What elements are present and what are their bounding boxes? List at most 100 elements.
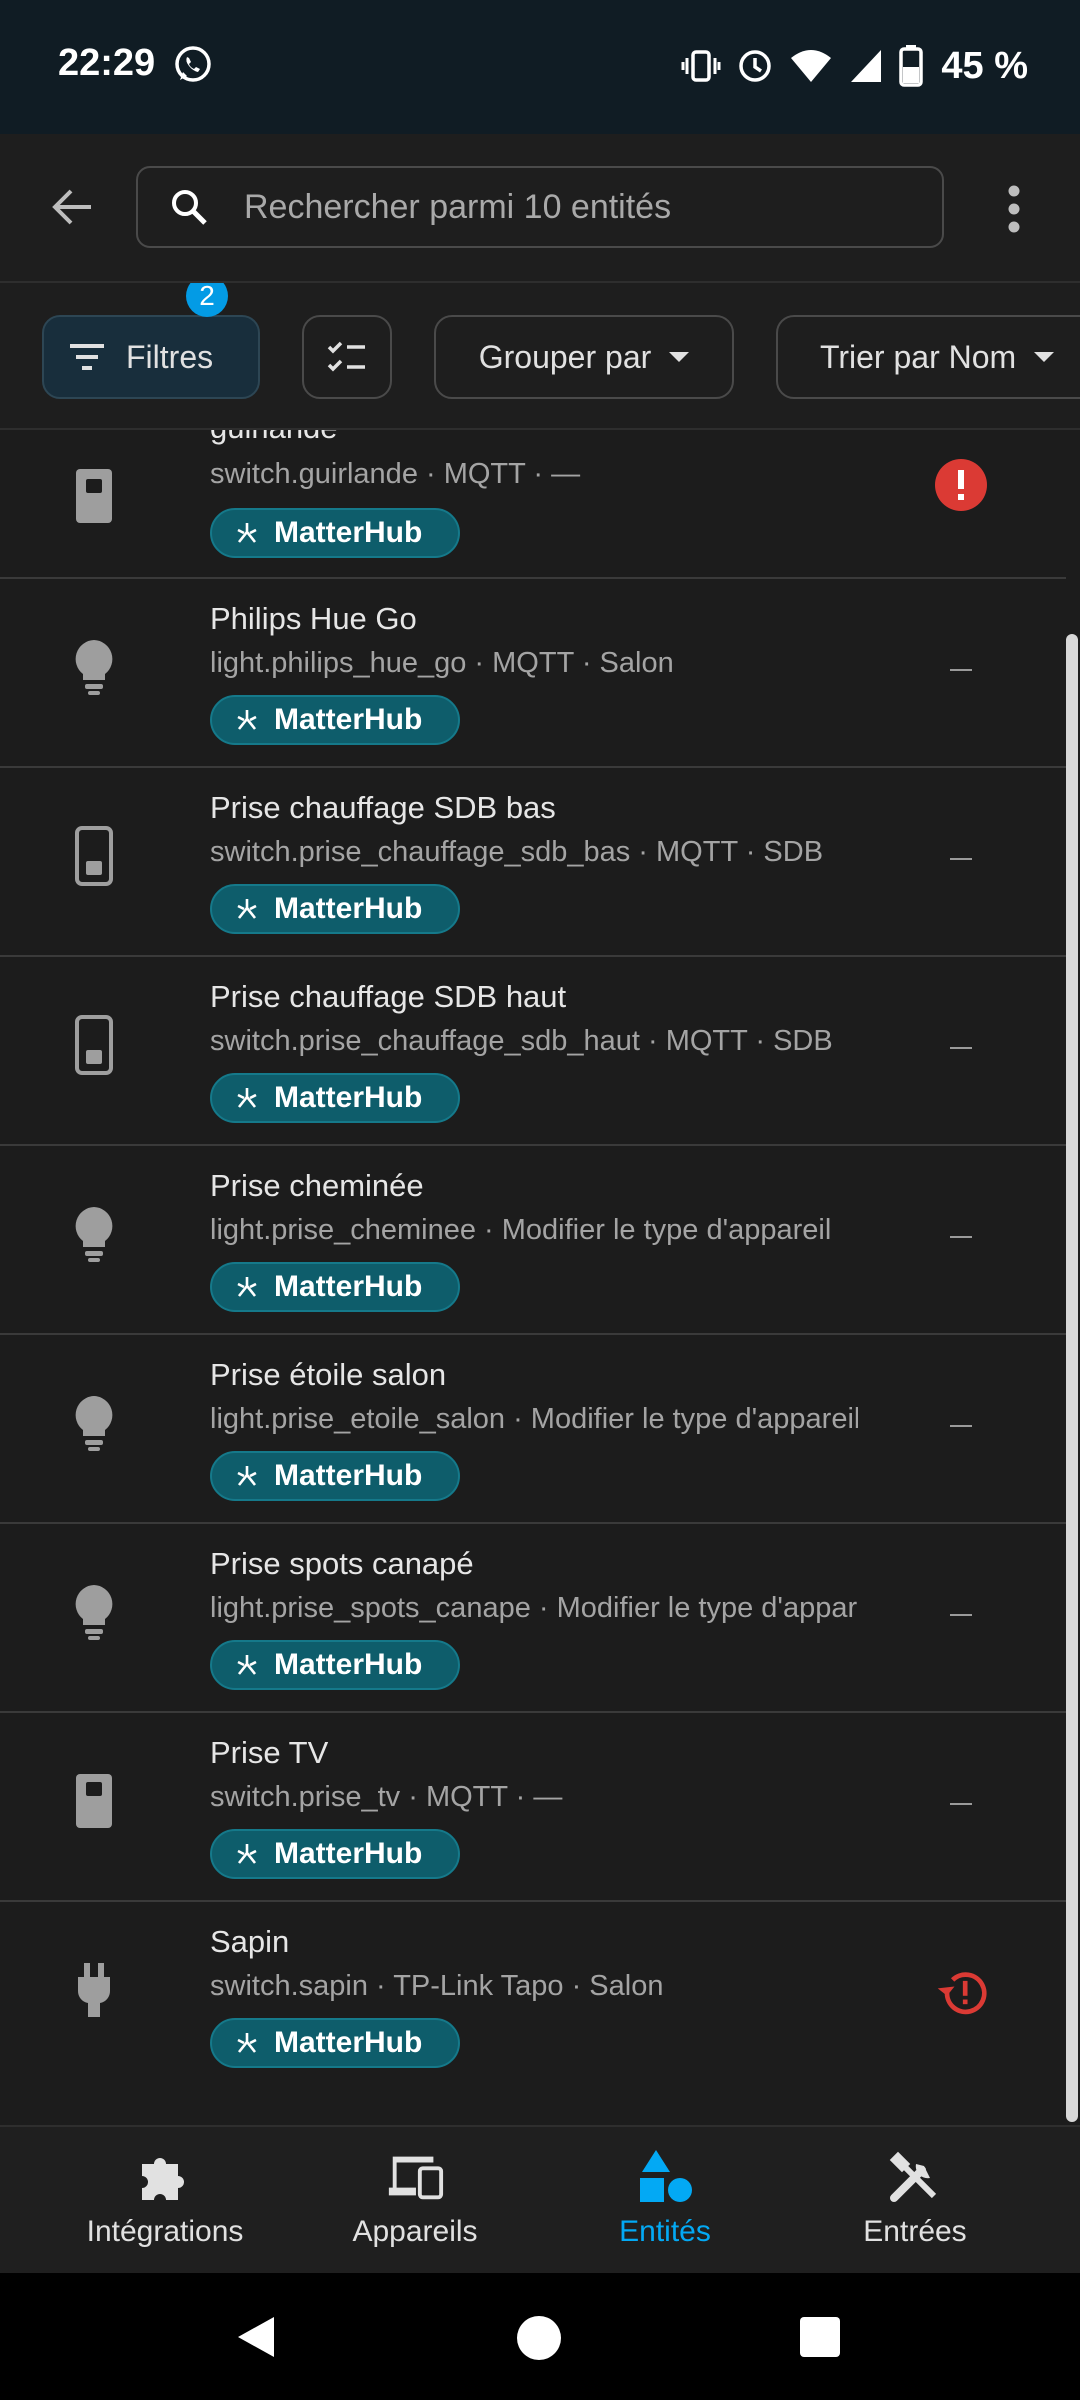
entity-id: light.philips_hue_go · MQTT · Salon xyxy=(210,647,674,679)
matter-icon xyxy=(237,1655,257,1675)
restore-alert-icon xyxy=(934,1966,988,2020)
caret-down-icon xyxy=(1034,352,1055,362)
nav-inputs[interactable]: Entrées xyxy=(780,2127,1050,2275)
matterhub-badge: MatterHub xyxy=(210,1829,460,1879)
entity-id: light.prise_spots_canape · Modifier le t… xyxy=(210,1592,858,1624)
sort-label: Trier par Nom xyxy=(820,338,1017,375)
entity-name: Prise spots canapé xyxy=(210,1546,474,1581)
selection-mode-button[interactable] xyxy=(302,315,392,399)
list-item[interactable]: Prise chauffage SDB haut switch.prise_ch… xyxy=(0,957,1066,1146)
group-by-label: Grouper par xyxy=(478,338,652,375)
entity-id: light.prise_etoile_salon · Modifier le t… xyxy=(210,1403,858,1435)
wifi-icon xyxy=(791,50,832,82)
matter-icon xyxy=(237,523,257,543)
entity-id: switch.prise_chauffage_sdb_haut · MQTT ·… xyxy=(210,1025,833,1057)
matter-icon xyxy=(237,1466,257,1486)
tools-icon xyxy=(885,2147,945,2207)
list-item[interactable]: Prise spots canapé light.prise_spots_can… xyxy=(0,1524,1066,1713)
status-none-dash xyxy=(934,1021,988,1075)
badge-label: MatterHub xyxy=(274,1837,423,1870)
badge-label: MatterHub xyxy=(274,1270,423,1303)
top-app-bar xyxy=(0,134,1080,282)
more-options-button[interactable] xyxy=(992,176,1036,242)
entity-name: Prise chauffage SDB bas xyxy=(210,790,556,825)
nav-label: Appareils xyxy=(352,2215,478,2248)
entity-list: guirlande switch.guirlande · MQTT · — Ma… xyxy=(0,430,1066,2122)
matterhub-badge: MatterHub xyxy=(210,2018,460,2068)
entity-id: switch.sapin · TP-Link Tapo · Salon xyxy=(210,1970,664,2002)
power-plug-icon xyxy=(68,1960,120,2020)
filter-list-icon xyxy=(70,344,104,370)
matter-icon xyxy=(237,1844,257,1864)
entity-id: switch.prise_chauffage_sdb_bas · MQTT · … xyxy=(210,836,824,868)
nav-integrations[interactable]: Intégrations xyxy=(30,2127,300,2275)
shapes-icon xyxy=(635,2147,695,2207)
status-bar: 22:29 45 % xyxy=(0,0,1080,134)
lightbulb-icon xyxy=(68,1393,120,1453)
entity-name: Prise TV xyxy=(210,1735,329,1770)
filters-label: Filtres xyxy=(126,338,214,375)
switch-icon xyxy=(68,466,120,526)
filters-button[interactable]: Filtres xyxy=(42,315,260,399)
filters-count-badge: 2 xyxy=(186,283,228,317)
list-item[interactable]: Prise étoile salon light.prise_etoile_sa… xyxy=(0,1335,1066,1524)
caret-down-icon xyxy=(669,352,690,362)
matterhub-badge: MatterHub xyxy=(210,1262,460,1312)
list-item[interactable]: Prise cheminée light.prise_cheminee · Mo… xyxy=(0,1146,1066,1335)
badge-label: MatterHub xyxy=(274,516,423,549)
list-item[interactable]: Sapin switch.sapin · TP-Link Tapo · Salo… xyxy=(0,1902,1066,2091)
back-button[interactable] xyxy=(40,174,106,240)
status-none-dash xyxy=(934,643,988,697)
entity-id: light.prise_cheminee · Modifier le type … xyxy=(210,1214,832,1246)
matterhub-badge: MatterHub xyxy=(210,1640,460,1690)
badge-label: MatterHub xyxy=(274,1081,423,1114)
badge-label: MatterHub xyxy=(274,1459,423,1492)
lightbulb-icon xyxy=(68,637,120,697)
alarm-icon xyxy=(739,50,772,82)
sort-button[interactable]: Trier par Nom xyxy=(776,315,1080,399)
bottom-navigation: Intégrations Appareils Entités Entrées xyxy=(0,2125,1080,2275)
scrollbar[interactable] xyxy=(1066,634,1078,2122)
matter-icon xyxy=(237,1277,257,1297)
matter-icon xyxy=(237,2033,257,2053)
battery-percent: 45 % xyxy=(941,44,1028,87)
switch-off-icon xyxy=(68,1015,120,1075)
lightbulb-icon xyxy=(68,1204,120,1264)
nav-devices[interactable]: Appareils xyxy=(280,2127,550,2275)
lightbulb-icon xyxy=(68,1582,120,1642)
whatsapp-icon xyxy=(175,46,211,82)
back-triangle-icon[interactable] xyxy=(234,2315,278,2359)
status-error-icon xyxy=(934,458,988,512)
entity-id: switch.guirlande · MQTT · — xyxy=(210,458,581,490)
list-item[interactable]: Prise chauffage SDB bas switch.prise_cha… xyxy=(0,768,1066,957)
status-time: 22:29 xyxy=(58,42,156,84)
matterhub-badge: MatterHub xyxy=(210,695,460,745)
nav-label: Entités xyxy=(619,2215,711,2248)
list-item[interactable]: Philips Hue Go light.philips_hue_go · MQ… xyxy=(0,579,1066,768)
group-by-button[interactable]: Grouper par xyxy=(434,315,734,399)
entity-name: Prise cheminée xyxy=(210,1168,424,1203)
search-field[interactable] xyxy=(136,166,944,248)
recents-square-icon[interactable] xyxy=(800,2317,840,2357)
list-item[interactable]: guirlande switch.guirlande · MQTT · — Ma… xyxy=(0,430,1066,579)
battery-icon xyxy=(899,45,924,87)
nav-label: Entrées xyxy=(863,2215,967,2248)
status-none-dash xyxy=(934,1210,988,1264)
matter-icon xyxy=(237,1088,257,1108)
search-input[interactable] xyxy=(242,186,942,228)
filter-bar: Filtres 2 Grouper par Trier par Nom xyxy=(0,283,1080,429)
status-none-dash xyxy=(934,1777,988,1831)
badge-label: MatterHub xyxy=(274,892,423,925)
status-none-dash xyxy=(934,1588,988,1642)
badge-label: MatterHub xyxy=(274,2026,423,2059)
entity-id: switch.prise_tv · MQTT · — xyxy=(210,1781,563,1813)
list-item[interactable]: Prise TV switch.prise_tv · MQTT · — Matt… xyxy=(0,1713,1066,1902)
status-none-dash xyxy=(934,832,988,886)
entity-name: Sapin xyxy=(210,1924,290,1959)
matterhub-badge: MatterHub xyxy=(210,1451,460,1501)
home-circle-icon[interactable] xyxy=(516,2315,562,2361)
nav-entities[interactable]: Entités xyxy=(530,2127,800,2275)
switch-off-icon xyxy=(68,826,120,886)
signal-icon xyxy=(851,50,882,82)
matterhub-badge: MatterHub xyxy=(210,884,460,934)
